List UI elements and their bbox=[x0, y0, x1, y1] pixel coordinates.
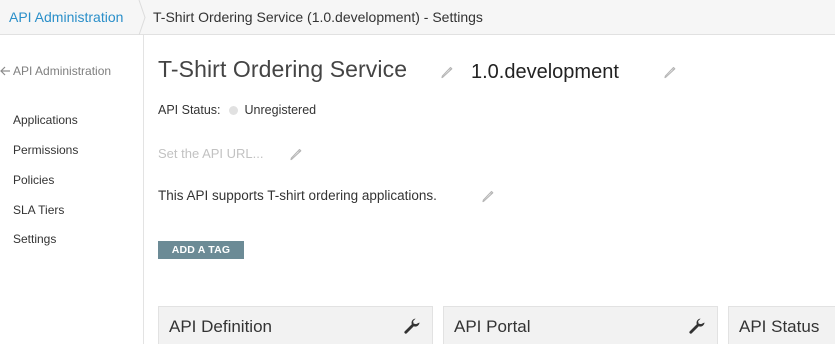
breadcrumb-separator bbox=[138, 0, 146, 35]
sidebar-item-sla-tiers[interactable]: SLA Tiers bbox=[13, 203, 64, 217]
api-definition-card-title: API Definition bbox=[169, 317, 272, 336]
api-version: 1.0.development bbox=[471, 61, 619, 83]
sidebar-item-permissions[interactable]: Permissions bbox=[13, 143, 78, 157]
api-description: This API supports T-shirt ordering appli… bbox=[158, 188, 437, 203]
api-status-label: API Status: bbox=[158, 103, 221, 117]
sidebar-item-settings[interactable]: Settings bbox=[13, 232, 56, 246]
api-definition-card: API Definition bbox=[158, 306, 433, 344]
edit-url-pencil-icon[interactable] bbox=[289, 147, 303, 161]
back-link-label: API Administration bbox=[13, 64, 112, 78]
status-indicator-dot bbox=[228, 105, 238, 115]
breadcrumb-current: T-Shirt Ordering Service (1.0.developmen… bbox=[153, 9, 483, 25]
api-name-title: T-Shirt Ordering Service bbox=[158, 56, 408, 82]
sidebar-item-policies[interactable]: Policies bbox=[13, 173, 54, 187]
edit-version-pencil-icon[interactable] bbox=[663, 65, 677, 79]
wrench-icon[interactable] bbox=[688, 318, 706, 336]
api-status-card: API Status bbox=[728, 306, 835, 344]
edit-name-pencil-icon[interactable] bbox=[440, 65, 454, 79]
back-to-api-administration-link[interactable]: API Administration bbox=[0, 64, 111, 78]
api-portal-card-title: API Portal bbox=[454, 317, 531, 336]
api-url-placeholder[interactable]: Set the API URL... bbox=[158, 146, 264, 161]
breadcrumb: API Administration T-Shirt Ordering Serv… bbox=[0, 0, 835, 35]
arrow-left-icon bbox=[0, 66, 10, 76]
api-status-value: Unregistered bbox=[244, 103, 317, 117]
wrench-icon[interactable] bbox=[403, 318, 421, 336]
api-portal-card: API Portal bbox=[443, 306, 718, 344]
breadcrumb-root-link[interactable]: API Administration bbox=[9, 9, 123, 25]
api-status-row: API Status: Unregistered bbox=[158, 103, 316, 117]
edit-description-pencil-icon[interactable] bbox=[481, 189, 495, 203]
api-status-card-title: API Status bbox=[739, 317, 820, 336]
sidebar: API Administration Applications Permissi… bbox=[0, 35, 144, 344]
sidebar-item-applications[interactable]: Applications bbox=[13, 113, 78, 127]
add-tag-button[interactable]: ADD A TAG bbox=[158, 241, 244, 259]
settings-panel: T-Shirt Ordering Service 1.0.development… bbox=[145, 35, 835, 344]
